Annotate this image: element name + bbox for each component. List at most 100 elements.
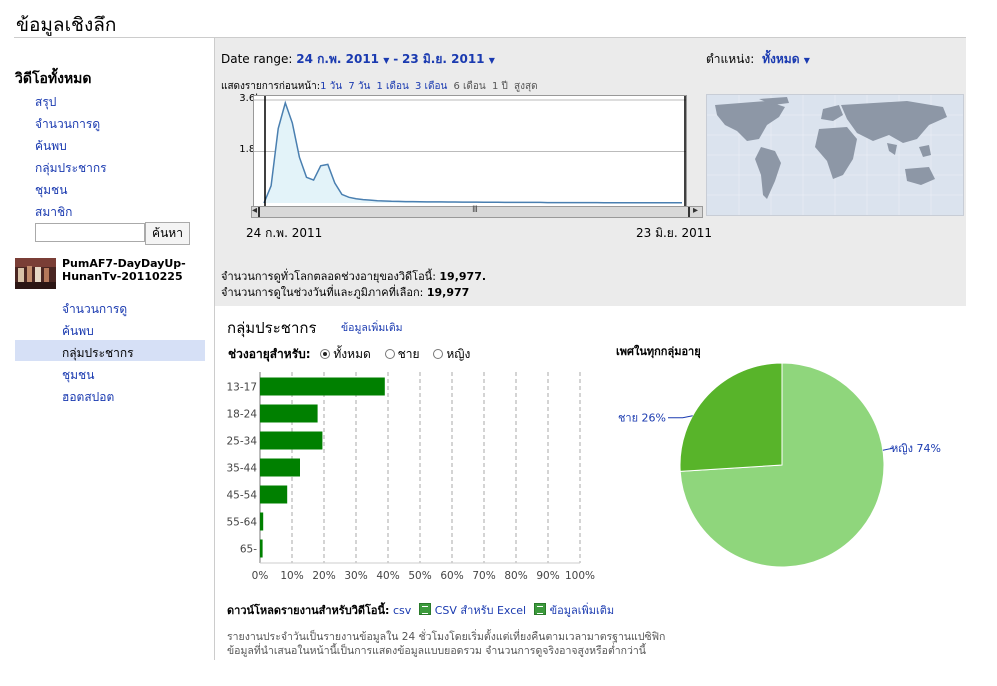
chevron-down-icon: ▼ — [488, 56, 495, 65]
y-tick-label: 13-17 — [226, 382, 257, 394]
download-row: ดาวน์โหลดรายงานสำหรับวิดีโอนี้: csv CSV … — [227, 601, 614, 619]
radio-male[interactable] — [384, 349, 395, 359]
range-preset-max: สูงสุด — [514, 81, 538, 92]
location-filter: ตำแหน่ง: ทั้งหมด ▼ — [706, 50, 810, 69]
x-tick-label: 20% — [312, 570, 335, 580]
chevron-down-icon: ▼ — [383, 56, 390, 65]
sidebar-item-demographics[interactable]: กลุ่มประชากร — [35, 159, 107, 178]
pie-label-female: หญิง 74% — [891, 442, 941, 455]
date-range: Date range: 24 ก.พ. 2011 ▼ - 23 มิ.ย. 20… — [221, 52, 495, 66]
video-title[interactable]: PumAF7-DayDayUp- HunanTv-20110225 — [62, 257, 202, 283]
age-filter-label: ช่วงอายุสำหรับ: — [228, 347, 311, 361]
download-label: ดาวน์โหลดรายงานสำหรับวิดีโอนี้: — [227, 604, 390, 617]
range-preset-1m[interactable]: 1 เดือน — [377, 81, 409, 92]
x-end-label: 23 มิ.ย. 2011 — [636, 226, 713, 240]
views-chart-canvas — [254, 96, 686, 207]
pie-slice-1 — [679, 362, 783, 472]
age-bar-chart: 0% 10% 20% 30% 40% 50% 60% 70% 80% 90% 100% 13-17 18… — [226, 372, 595, 580]
total-views-label: จำนวนการดูทั่วโลกตลอดช่วงอายุของวิดีโอนี… — [221, 270, 436, 283]
search-button[interactable]: ค้นหา — [145, 222, 190, 245]
x-tick-label: 70% — [472, 570, 495, 580]
scroll-right-icon[interactable]: ▸ — [693, 205, 698, 216]
sidebar-item-summary[interactable]: สรุป — [35, 93, 56, 112]
x-tick-label: 50% — [408, 570, 431, 580]
x-tick-label: 100% — [565, 570, 595, 580]
x-tick-label: 30% — [344, 570, 367, 580]
total-views-value: 19,977. — [439, 270, 487, 283]
download-more-link[interactable]: ข้อมูลเพิ่มเติม — [550, 604, 615, 617]
video-item-community[interactable]: ชุมชน — [62, 366, 94, 385]
download-csv-excel-link[interactable]: CSV สำหรับ Excel — [435, 604, 526, 617]
x-tick-label: 10% — [280, 570, 303, 580]
demographics-more-link[interactable]: ข้อมูลเพิ่มเติม — [341, 319, 403, 336]
bar-65- — [260, 539, 263, 558]
y-tick-label: 25-34 — [226, 436, 257, 448]
views-chart[interactable] — [253, 95, 687, 208]
range-preset-1y: 1 ปี — [491, 81, 508, 92]
overview-panel: Date range: 24 ก.พ. 2011 ▼ - 23 มิ.ย. 20… — [215, 38, 966, 306]
scrollbar-grip[interactable]: III — [472, 205, 478, 215]
sidebar-item-views[interactable]: จำนวนการดู — [35, 115, 100, 134]
radio-all-label[interactable]: ทั้งหมด — [333, 347, 370, 361]
sidebar-item-subscribers[interactable]: สมาชิก — [35, 203, 72, 222]
video-item-views[interactable]: จำนวนการดู — [62, 300, 127, 319]
world-map[interactable] — [706, 94, 964, 216]
age-filter: ช่วงอายุสำหรับ: ทั้งหมด ชาย หญิง — [228, 345, 470, 364]
video-title-line-2: HunanTv-20110225 — [62, 270, 183, 283]
bar-25-34 — [260, 431, 323, 450]
radio-female[interactable] — [433, 349, 444, 359]
x-tick-label: 90% — [536, 570, 559, 580]
timeline-scrollbar[interactable]: ◂ III ▸ — [251, 205, 703, 218]
y-tick-label: 65- — [240, 544, 257, 556]
video-item-hotspots[interactable]: ฮอตสปอต — [62, 388, 114, 407]
download-csv-link[interactable]: csv — [393, 604, 411, 617]
sidebar: วิดีโอทั้งหมด สรุป จำนวนการดู ค้นพบ กลุ่… — [0, 38, 214, 686]
date-to-dropdown[interactable]: 23 มิ.ย. 2011 ▼ — [402, 52, 495, 66]
world-map-icon — [707, 95, 963, 215]
bar-13-17 — [260, 377, 385, 396]
radio-all[interactable] — [320, 349, 331, 359]
video-item-discovery[interactable]: ค้นพบ — [62, 322, 94, 341]
selected-views-label: จำนวนการดูในช่วงวันที่และภูมิภาคที่เลือก… — [221, 286, 424, 299]
range-presets: แสดงรายการก่อนหน้า:1 วัน 7 วัน 1 เดือน 3… — [221, 79, 538, 94]
y-tick-label: 18-24 — [226, 409, 257, 421]
bar-55-64 — [260, 512, 264, 531]
sidebar-item-discovery[interactable]: ค้นพบ — [35, 137, 67, 156]
search-input[interactable] — [35, 223, 145, 242]
x-tick-label: 0% — [252, 570, 269, 580]
chevron-down-icon: ▼ — [803, 56, 810, 65]
x-tick-label: 40% — [376, 570, 399, 580]
x-start-label: 24 ก.พ. 2011 — [246, 226, 323, 240]
date-range-label: Date range: — [221, 52, 293, 66]
radio-female-label[interactable]: หญิง — [446, 347, 470, 361]
footnote-line-2: ข้อมูลที่นำเสนอในหน้านี้เป็นการแสดงข้อมู… — [227, 645, 646, 657]
scroll-left-icon[interactable]: ◂ — [252, 205, 257, 216]
bar-35-44 — [260, 458, 300, 477]
range-preset-3m[interactable]: 3 เดือน — [415, 81, 447, 92]
video-title-line-1: PumAF7-DayDayUp- — [62, 257, 186, 270]
range-preset-7d[interactable]: 7 วัน — [348, 81, 370, 92]
video-thumbnail[interactable] — [15, 258, 56, 289]
pie-label-male: ชาย 26% — [618, 412, 666, 425]
location-label: ตำแหน่ง: — [706, 52, 755, 66]
selected-views-value: 19,977 — [426, 286, 470, 299]
location-dropdown[interactable]: ทั้งหมด ▼ — [762, 52, 810, 66]
demographics-title: กลุ่มประชากร — [227, 319, 317, 337]
range-preset-6m: 6 เดือน — [453, 81, 486, 92]
range-start-handle[interactable] — [258, 207, 260, 217]
y-tick-label: 55-64 — [226, 517, 257, 529]
range-preset-1d[interactable]: 1 วัน — [320, 81, 342, 92]
video-item-demographics[interactable]: กลุ่มประชากร — [62, 344, 134, 363]
pie-leader-line — [668, 415, 693, 419]
bar-45-54 — [260, 485, 288, 504]
x-tick-label: 60% — [440, 570, 463, 580]
sidebar-heading: วิดีโอทั้งหมด — [15, 71, 92, 87]
radio-male-label[interactable]: ชาย — [398, 347, 420, 361]
spreadsheet-icon — [418, 603, 431, 615]
y-tick-label: 35-44 — [226, 463, 257, 475]
range-end-handle[interactable] — [688, 207, 690, 217]
y-tick-label: 45-54 — [226, 490, 257, 502]
sidebar-item-community[interactable]: ชุมชน — [35, 181, 67, 200]
date-from-dropdown[interactable]: 24 ก.พ. 2011 ▼ — [296, 52, 389, 66]
gender-pie-chart: หญิง 74% ชาย 26% — [618, 362, 941, 568]
